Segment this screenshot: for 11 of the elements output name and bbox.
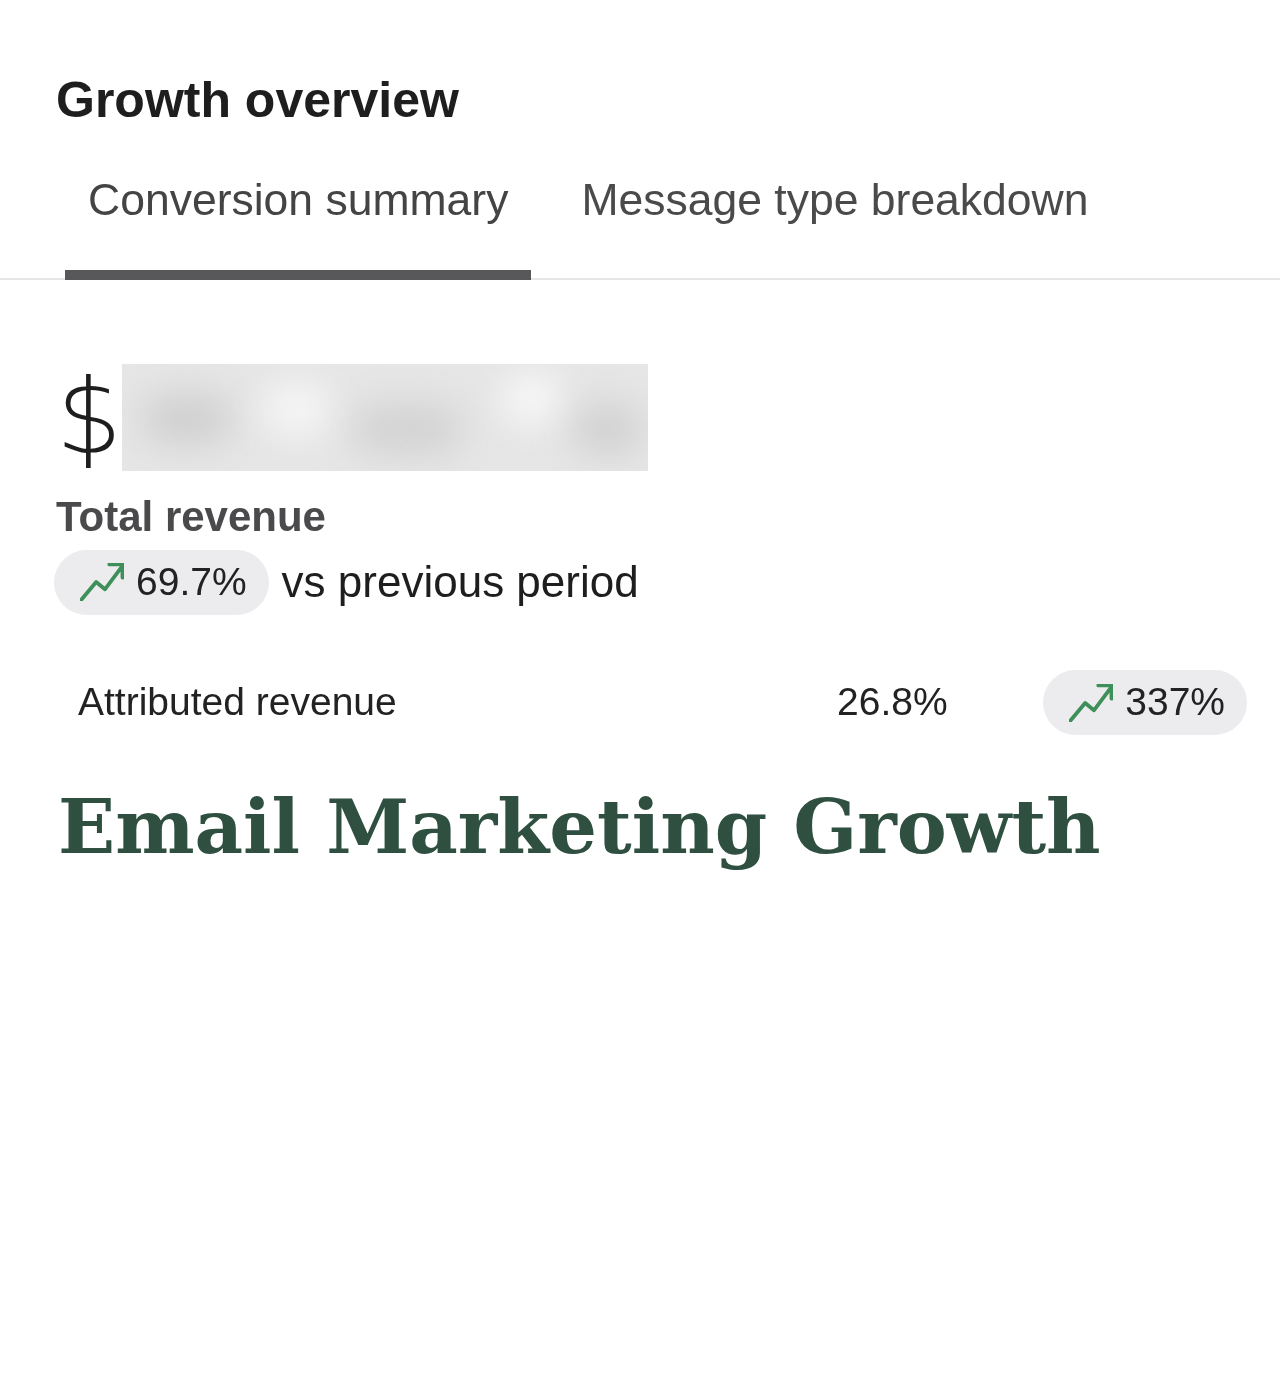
metric-name: Attributed revenue (78, 679, 398, 726)
panel-title: Growth overview (56, 71, 459, 130)
metric-label: Total revenue (56, 493, 326, 541)
comparison-text: vs previous period (281, 556, 639, 608)
currency-symbol: $ (56, 363, 123, 471)
change-badge: 337% (1043, 670, 1247, 735)
change-badge: 69.7% (54, 549, 269, 615)
tab[interactable]: Conversion summary (65, 174, 532, 280)
tab[interactable]: Message type breakdown (531, 174, 1139, 278)
metric-share: 26.8% (837, 679, 949, 726)
caption-heading: Email Marketing Growth (58, 782, 1101, 873)
